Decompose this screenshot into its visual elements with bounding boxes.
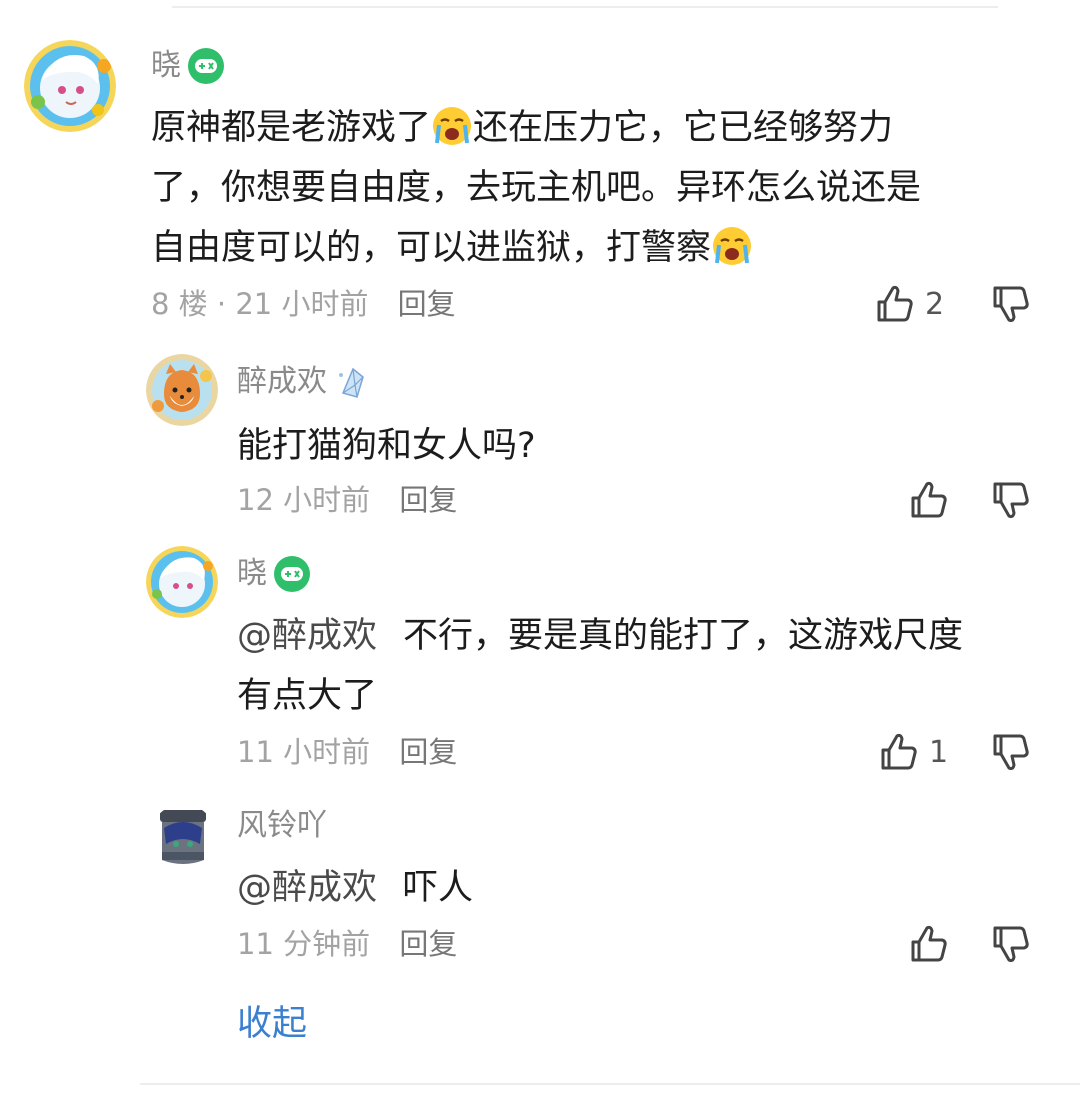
reply-button[interactable]: 回复 xyxy=(399,735,457,769)
avatar[interactable] xyxy=(24,40,116,132)
thumbs-down-icon xyxy=(989,730,1033,774)
comment-username[interactable]: 晓 xyxy=(151,46,225,86)
reply-line: @醉成欢 不行，要是真的能打了，这游戏尺度 xyxy=(237,616,964,656)
dislike-button[interactable] xyxy=(989,478,1033,522)
bottom-divider xyxy=(140,1083,1080,1085)
mention-link[interactable]: @醉成欢 xyxy=(237,868,377,908)
reply-username[interactable]: 晓 xyxy=(237,554,311,594)
collapse-replies-button[interactable]: 收起 xyxy=(237,1002,307,1046)
dislike-button[interactable] xyxy=(989,730,1033,774)
like-button[interactable] xyxy=(907,922,959,966)
top-divider xyxy=(172,6,998,8)
comment-line: 自由度可以的，可以进监狱，打警察 xyxy=(151,218,921,278)
reply-button[interactable]: 回复 xyxy=(399,483,457,517)
gamepad-badge-icon xyxy=(187,47,225,85)
thumbs-down-icon xyxy=(989,478,1033,522)
timestamp: 21 小时前 xyxy=(235,287,369,321)
reply-body: 能打猫狗和女人吗? xyxy=(237,416,536,476)
reply-username[interactable]: 醉成欢 xyxy=(237,362,371,402)
avatar[interactable] xyxy=(146,546,218,618)
reply-meta: 11 分钟前 回复 xyxy=(237,924,457,964)
timestamp: 11 小时前 xyxy=(237,735,371,769)
meta-separator: · xyxy=(216,287,227,321)
like-button[interactable]: 1 xyxy=(877,730,948,774)
reply-meta: 12 小时前 回复 xyxy=(237,480,457,520)
thumbs-up-icon xyxy=(907,478,951,522)
dislike-button[interactable] xyxy=(989,922,1033,966)
thumbs-up-icon xyxy=(877,730,921,774)
timestamp: 12 小时前 xyxy=(237,483,371,517)
avatar[interactable] xyxy=(146,354,218,426)
like-count: 1 xyxy=(929,734,949,770)
reply-line: 有点大了 xyxy=(237,676,378,716)
crying-face-emoji-icon xyxy=(431,105,473,147)
thumbs-down-icon xyxy=(989,922,1033,966)
reply-line: 能打猫狗和女人吗? xyxy=(237,426,536,466)
reply-meta: 11 小时前 回复 xyxy=(237,732,457,772)
like-button[interactable]: 2 xyxy=(873,282,944,326)
gamepad-badge-icon xyxy=(273,555,311,593)
crying-face-emoji-icon xyxy=(711,225,753,267)
thumbs-down-icon xyxy=(989,282,1033,326)
reply-button[interactable]: 回复 xyxy=(398,287,456,321)
avatar[interactable] xyxy=(150,804,216,870)
comment-body: 原神都是老游戏了 还在压力它，它已经够努力 了，你想要自由度，去玩主机吧。异环怎么… xyxy=(151,98,921,278)
reply-body: @醉成欢 吓人 xyxy=(237,858,473,918)
reply-username[interactable]: 风铃吖 xyxy=(237,806,327,846)
thumbs-up-icon xyxy=(907,922,951,966)
like-button[interactable] xyxy=(907,478,959,522)
dislike-button[interactable] xyxy=(989,282,1033,326)
timestamp: 11 分钟前 xyxy=(237,927,371,961)
reply-body: @醉成欢 不行，要是真的能打了，这游戏尺度 有点大了 xyxy=(237,606,963,726)
floor-number: 8 楼 xyxy=(151,287,208,321)
crystal-badge-icon xyxy=(333,363,371,401)
comment-meta: 8 楼 · 21 小时前 回复 xyxy=(151,284,456,324)
mention-link[interactable]: @醉成欢 xyxy=(237,616,377,656)
comment-line: 原神都是老游戏了 还在压力它，它已经够努力 xyxy=(151,98,921,158)
thumbs-up-icon xyxy=(873,282,917,326)
comment-line: 了，你想要自由度，去玩主机吧。异环怎么说还是 xyxy=(151,168,922,208)
reply-line: @醉成欢 吓人 xyxy=(237,868,474,908)
like-count: 2 xyxy=(925,286,945,322)
reply-button[interactable]: 回复 xyxy=(399,927,457,961)
